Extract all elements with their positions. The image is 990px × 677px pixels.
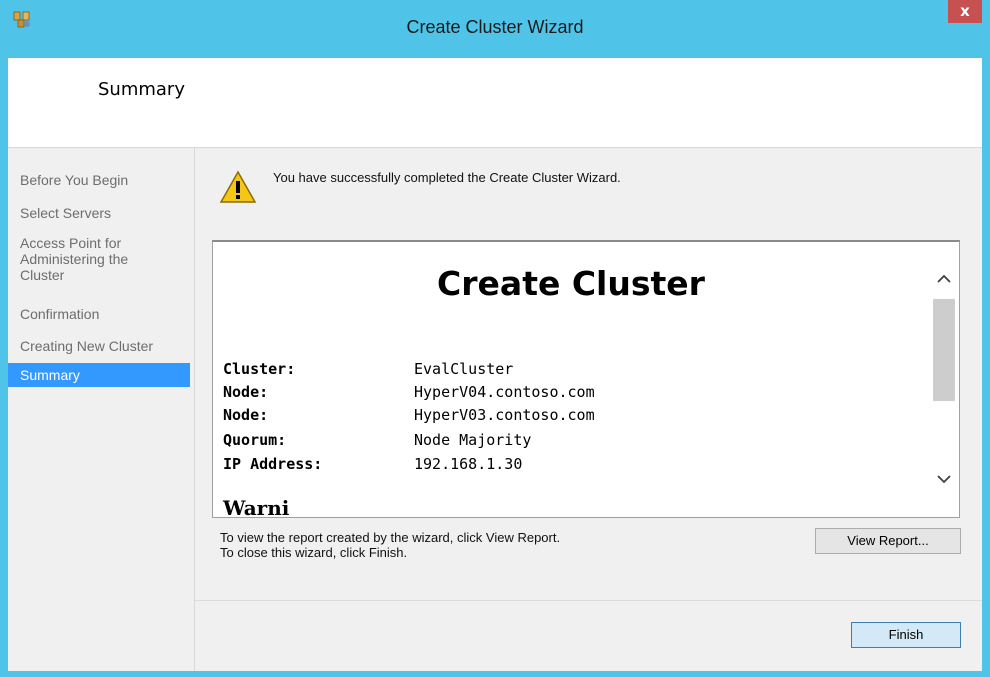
chevron-down-icon[interactable] <box>935 470 953 488</box>
wizard-header: Summary <box>8 58 982 148</box>
wizard-window: Create Cluster Wizard x Summary Before Y… <box>0 0 990 677</box>
view-report-button[interactable]: View Report... <box>815 528 961 554</box>
nav-item-access-point[interactable]: Access Point for Administering the Clust… <box>8 235 168 283</box>
close-button[interactable]: x <box>948 0 982 23</box>
nav-item-select-servers[interactable]: Select Servers <box>8 205 190 221</box>
wizard-client-area: Summary Before You Begin Select Servers … <box>8 58 982 671</box>
chevron-up-icon[interactable] <box>935 270 953 288</box>
report-viewer[interactable]: Create Cluster Cluster: EvalCluster Node… <box>212 240 960 518</box>
report-key: Node: <box>223 383 269 401</box>
title-bar[interactable]: Create Cluster Wizard x <box>0 0 990 58</box>
report-section-heading-partial: Warni <box>223 496 290 518</box>
report-title: Create Cluster <box>437 264 705 303</box>
instruction-finish: To close this wizard, click Finish. <box>220 545 408 560</box>
report-key: Cluster: <box>223 360 296 378</box>
report-value: Node Majority <box>414 431 532 449</box>
nav-item-creating-new-cluster[interactable]: Creating New Cluster <box>8 338 190 354</box>
page-title: Summary <box>98 79 185 100</box>
report-value: HyperV04.contoso.com <box>414 383 595 401</box>
nav-item-summary[interactable]: Summary <box>8 363 190 387</box>
report-key: Quorum: <box>223 431 287 449</box>
report-value: HyperV03.contoso.com <box>414 406 595 424</box>
scrollbar-thumb[interactable] <box>933 299 955 401</box>
report-key: Node: <box>223 406 269 424</box>
instructions-text: To view the report created by the wizard… <box>220 530 560 560</box>
report-value: 192.168.1.30 <box>414 455 523 473</box>
window-title: Create Cluster Wizard <box>406 17 584 37</box>
summary-content: You have successfully completed the Crea… <box>195 148 982 671</box>
finish-button[interactable]: Finish <box>851 622 961 648</box>
report-key: IP Address: <box>223 455 323 473</box>
success-message: You have successfully completed the Crea… <box>273 170 621 185</box>
report-value: EvalCluster <box>414 360 514 378</box>
nav-item-confirmation[interactable]: Confirmation <box>8 306 190 322</box>
step-navigation: Before You Begin Select Servers Access P… <box>8 148 195 671</box>
instruction-view-report: To view the report created by the wizard… <box>220 530 561 545</box>
warning-icon <box>219 170 257 203</box>
nav-item-before-you-begin[interactable]: Before You Begin <box>8 172 190 188</box>
report-scrollbar[interactable] <box>929 242 957 515</box>
